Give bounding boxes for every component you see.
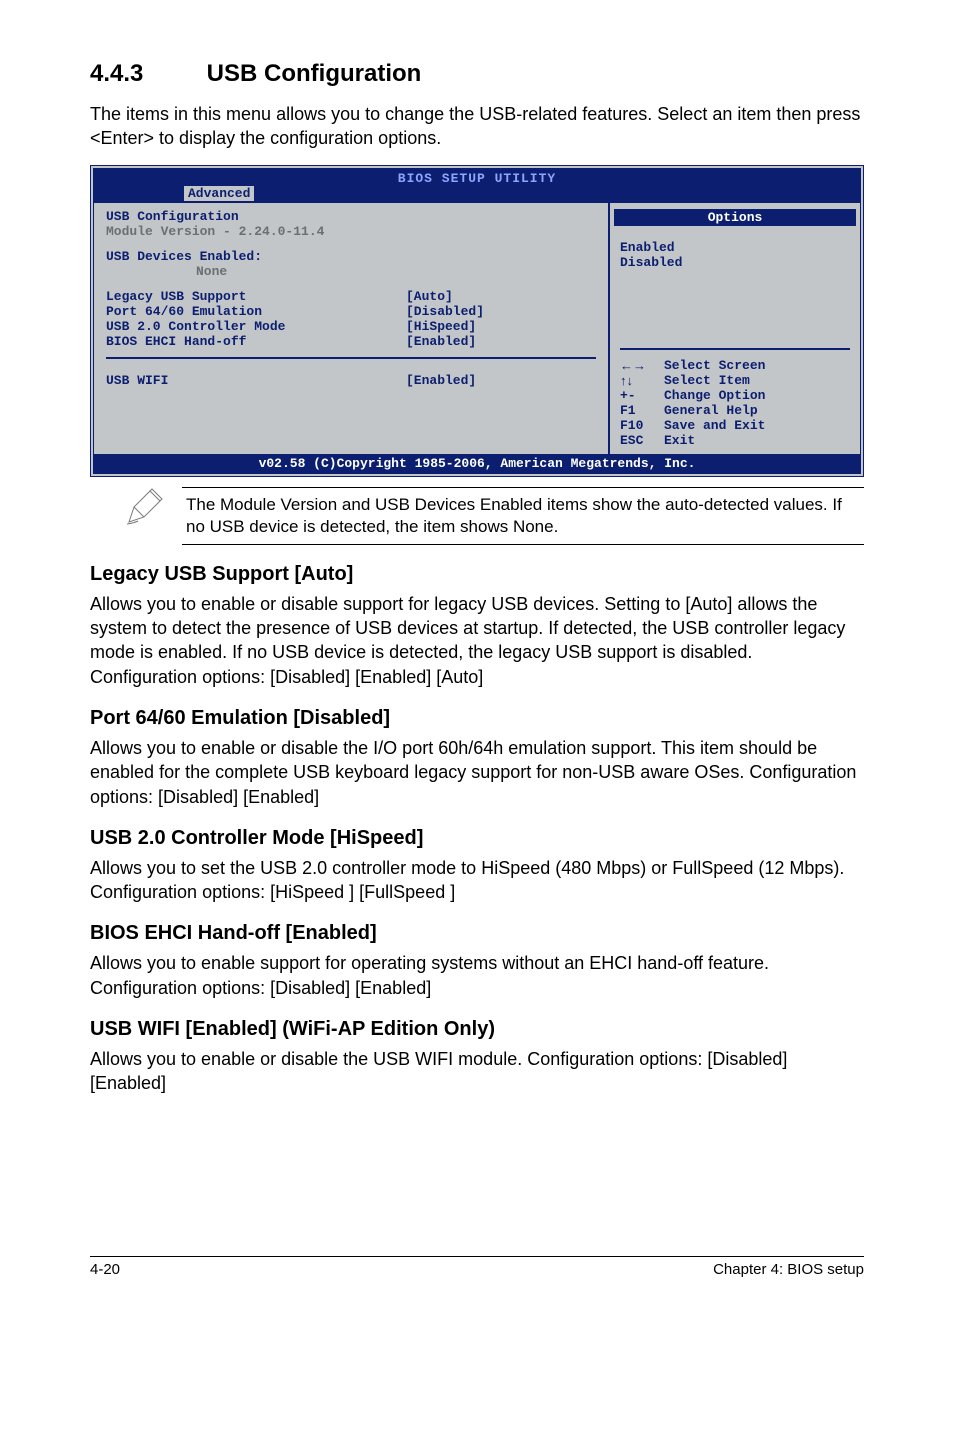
subsection-heading: Legacy USB Support [Auto] bbox=[90, 563, 864, 586]
section-number: 4.4.3 bbox=[90, 60, 200, 88]
arrows-ud-icon: ↑↓ bbox=[620, 373, 654, 388]
arrows-lr-icon: ←→ bbox=[620, 358, 654, 373]
bios-options-header: Options bbox=[614, 209, 856, 226]
subsection-heading: Port 64/60 Emulation [Disabled] bbox=[90, 707, 864, 730]
bios-help-text: General Help bbox=[664, 403, 758, 418]
intro-paragraph: The items in this menu allows you to cha… bbox=[90, 102, 864, 151]
bios-option: Disabled bbox=[620, 255, 850, 270]
bios-item-label: USB 2.0 Controller Mode bbox=[106, 319, 406, 334]
bios-help-row: F10 Save and Exit bbox=[620, 418, 850, 433]
bios-item-row: USB WIFI [Enabled] bbox=[106, 373, 596, 388]
bios-devices-value: None bbox=[106, 264, 596, 279]
bios-item-label: Legacy USB Support bbox=[106, 289, 406, 304]
section-heading: 4.4.3 USB Configuration bbox=[90, 60, 864, 88]
bios-help-text: Save and Exit bbox=[664, 418, 765, 433]
subsection-heading: BIOS EHCI Hand-off [Enabled] bbox=[90, 922, 864, 945]
pencil-icon bbox=[124, 487, 164, 527]
bios-banner: BIOS SETUP UTILITY bbox=[94, 169, 860, 186]
page-number: 4-20 bbox=[90, 1261, 120, 1278]
bios-item-value: [Auto] bbox=[406, 289, 596, 304]
bios-help-row: +- Change Option bbox=[620, 388, 850, 403]
note-text: The Module Version and USB Devices Enabl… bbox=[182, 487, 864, 545]
subsection-heading: USB 2.0 Controller Mode [HiSpeed] bbox=[90, 827, 864, 850]
bios-help-key: F1 bbox=[620, 403, 654, 418]
section-title: USB Configuration bbox=[207, 60, 422, 87]
bios-help-text: Exit bbox=[664, 433, 695, 448]
note-block: The Module Version and USB Devices Enabl… bbox=[124, 487, 864, 545]
bios-tabs: Advanced bbox=[94, 186, 860, 203]
bios-help-text: Select Screen bbox=[664, 358, 765, 373]
subsection-heading: USB WIFI [Enabled] (WiFi-AP Edition Only… bbox=[90, 1018, 864, 1041]
chapter-label: Chapter 4: BIOS setup bbox=[713, 1261, 864, 1278]
subsection-body: Allows you to set the USB 2.0 controller… bbox=[90, 856, 864, 905]
bios-tab-advanced: Advanced bbox=[184, 186, 254, 201]
bios-item-label: Port 64/60 Emulation bbox=[106, 304, 406, 319]
bios-module-version: Module Version - 2.24.0-11.4 bbox=[106, 224, 596, 239]
subsection-body: Allows you to enable or disable the I/O … bbox=[90, 736, 864, 809]
bios-item-value: [Enabled] bbox=[406, 373, 596, 388]
bios-item-label: USB WIFI bbox=[106, 373, 406, 388]
bios-left-pane: USB Configuration Module Version - 2.24.… bbox=[94, 203, 610, 454]
bios-divider bbox=[106, 357, 596, 359]
bios-help-row: F1 General Help bbox=[620, 403, 850, 418]
bios-help-key: +- bbox=[620, 388, 654, 403]
bios-help-key: ESC bbox=[620, 433, 654, 448]
bios-screenshot: BIOS SETUP UTILITY Advanced USB Configur… bbox=[90, 165, 864, 477]
bios-right-pane: Options Enabled Disabled ←→ Select Scree… bbox=[610, 203, 860, 454]
bios-item-row: BIOS EHCI Hand-off [Enabled] bbox=[106, 334, 596, 349]
bios-divider bbox=[620, 348, 850, 350]
bios-item-value: [Enabled] bbox=[406, 334, 596, 349]
bios-config-heading: USB Configuration bbox=[106, 209, 596, 224]
bios-item-row: USB 2.0 Controller Mode [HiSpeed] bbox=[106, 319, 596, 334]
bios-help-row: ↑↓ Select Item bbox=[620, 373, 850, 388]
bios-help-row: ←→ Select Screen bbox=[620, 358, 850, 373]
bios-item-value: [Disabled] bbox=[406, 304, 596, 319]
bios-item-row: Port 64/60 Emulation [Disabled] bbox=[106, 304, 596, 319]
bios-help-text: Change Option bbox=[664, 388, 765, 403]
bios-option: Enabled bbox=[620, 240, 850, 255]
page-footer: 4-20 Chapter 4: BIOS setup bbox=[90, 1256, 864, 1278]
subsection-body: Allows you to enable support for operati… bbox=[90, 951, 864, 1000]
bios-devices-header: USB Devices Enabled: bbox=[106, 249, 596, 264]
subsection-body: Allows you to enable or disable support … bbox=[90, 592, 864, 689]
bios-copyright: v02.58 (C)Copyright 1985-2006, American … bbox=[94, 454, 860, 473]
bios-help-row: ESC Exit bbox=[620, 433, 850, 448]
subsection-body: Allows you to enable or disable the USB … bbox=[90, 1047, 864, 1096]
bios-item-value: [HiSpeed] bbox=[406, 319, 596, 334]
bios-help-text: Select Item bbox=[664, 373, 750, 388]
bios-item-row: Legacy USB Support [Auto] bbox=[106, 289, 596, 304]
bios-item-label: BIOS EHCI Hand-off bbox=[106, 334, 406, 349]
bios-help-key: F10 bbox=[620, 418, 654, 433]
